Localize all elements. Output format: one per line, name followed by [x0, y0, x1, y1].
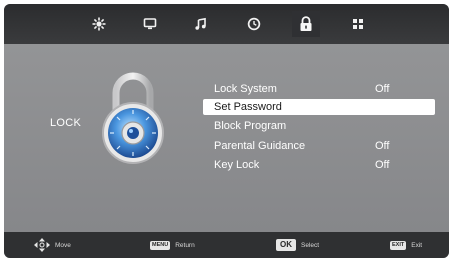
menu-item-value: Off [375, 159, 390, 171]
exit-key: EXIT [390, 240, 407, 250]
hint-select: OK Select [276, 238, 319, 252]
menu-item-block-program[interactable]: Block Program [203, 118, 435, 134]
key-hint-bar: Move MENU Return OK Select EXIT Exit [4, 232, 449, 258]
hint-exit: EXIT Exit [390, 238, 422, 252]
hint-move: Move [34, 238, 71, 252]
ok-key: OK [276, 239, 296, 251]
tab-picture[interactable] [85, 11, 113, 37]
menu-key: MENU [150, 240, 171, 250]
hint-exit-label: Exit [411, 241, 423, 249]
menu-item-key-lock[interactable]: Key Lock Off [203, 157, 435, 173]
tab-time[interactable] [240, 11, 268, 37]
menu-item-label: Block Program [214, 120, 287, 132]
sound-icon [143, 18, 157, 30]
hint-return-label: Return [175, 241, 195, 249]
section-title: LOCK [50, 117, 82, 129]
clock-icon [247, 17, 261, 31]
menu-item-set-password[interactable]: Set Password [203, 99, 435, 115]
menu-frame: LOCK Lock System Off Set Password Block … [4, 4, 449, 258]
menu-item-label: Lock System [214, 83, 277, 95]
picture-icon [92, 17, 106, 31]
apps-icon [353, 19, 363, 29]
menu-item-lock-system[interactable]: Lock System Off [203, 81, 435, 97]
menu-item-label: Parental Guidance [214, 140, 306, 152]
menu-item-label: Key Lock [214, 159, 260, 171]
tab-apps[interactable] [344, 11, 372, 37]
hint-return: MENU Return [150, 238, 195, 252]
tab-sound[interactable] [136, 11, 164, 37]
menu-tab-bar [4, 4, 449, 44]
tab-music[interactable] [187, 11, 215, 37]
dpad-icon [34, 238, 50, 252]
padlock-icon [102, 72, 164, 164]
lock-menu-panel: LOCK Lock System Off Set Password Block … [4, 44, 449, 232]
lock-icon [300, 16, 312, 31]
tv-menu-screen: LOCK Lock System Off Set Password Block … [0, 0, 453, 264]
tab-lock[interactable] [292, 11, 320, 37]
menu-item-value: Off [375, 140, 390, 152]
menu-item-parental-guidance[interactable]: Parental Guidance Off [203, 138, 435, 154]
menu-item-value: Off [375, 83, 390, 95]
hint-select-label: Select [301, 241, 320, 249]
music-icon [195, 17, 206, 30]
menu-item-label: Set Password [214, 101, 282, 113]
hint-move-label: Move [55, 241, 71, 249]
